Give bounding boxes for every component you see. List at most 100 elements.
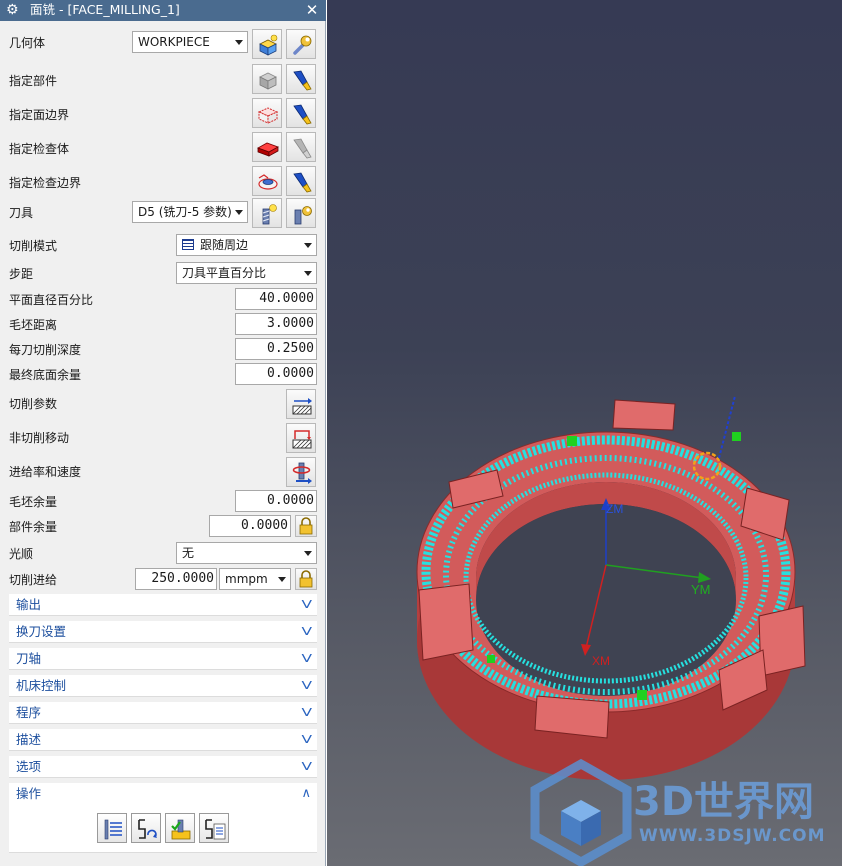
cut-pattern-select[interactable]: 跟随周边 xyxy=(176,234,317,256)
non-cutting-moves-button[interactable] xyxy=(286,423,316,453)
lock-icon xyxy=(299,570,313,588)
new-tool-button[interactable] xyxy=(252,198,282,228)
cut-feed-unit-value: mmpm xyxy=(225,572,268,586)
display-part-button[interactable] xyxy=(286,64,316,94)
gear-icon[interactable]: ⚙ xyxy=(6,2,19,18)
edit-tool-button[interactable] xyxy=(286,198,316,228)
wrench-icon xyxy=(293,35,312,55)
section-options-title: 选项 xyxy=(16,759,42,774)
chevron-down-icon: V xyxy=(301,652,313,665)
depth-per-cut-label: 每刀切削深度 xyxy=(9,343,82,357)
new-tool-icon xyxy=(262,204,277,225)
title-bar[interactable]: ⚙ 面铣 - [FACE_MILLING_1] ✕ xyxy=(0,0,326,21)
pad xyxy=(534,695,610,739)
stepover-select[interactable]: 刀具平直百分比 xyxy=(176,262,317,284)
marker xyxy=(567,436,577,446)
specify-face-boundary-label: 指定面边界 xyxy=(9,108,70,122)
flashlight-icon xyxy=(293,104,312,125)
cut-feed-label: 切削进给 xyxy=(9,573,58,587)
follow-periphery-icon xyxy=(182,239,194,250)
section-machine-control[interactable]: 机床控制 V xyxy=(9,675,317,697)
blank-stock-field[interactable]: 0.0000 xyxy=(235,490,317,512)
select-face-boundary-button[interactable] xyxy=(252,98,282,128)
select-check-body-button[interactable] xyxy=(252,132,282,162)
flat-diameter-percent-field[interactable]: 40.0000 xyxy=(235,288,317,310)
blank-stock-label: 毛坯余量 xyxy=(9,495,58,509)
tool-value: D5 (铣刀-5 参数) xyxy=(138,205,232,219)
cut-feed-row: 切削进给 250.0000 mmpm xyxy=(0,568,326,592)
cut-feed-field[interactable]: 250.0000 xyxy=(135,568,217,590)
chevron-down-icon xyxy=(304,243,312,248)
section-output[interactable]: 输出 V xyxy=(9,594,317,616)
display-face-boundary-button[interactable] xyxy=(286,98,316,128)
new-geometry-button[interactable] xyxy=(252,29,282,59)
specify-check-body-label: 指定检查体 xyxy=(9,142,70,156)
section-tool-change[interactable]: 换刀设置 V xyxy=(9,621,317,643)
cut-pattern-value: 跟随周边 xyxy=(200,238,249,252)
replay-button[interactable] xyxy=(131,813,161,843)
cutting-parameters-button[interactable] xyxy=(286,389,316,419)
cut-feed-unit-select[interactable]: mmpm xyxy=(219,568,291,590)
display-check-body-button[interactable] xyxy=(286,132,316,162)
feeds-speeds-row: 进给率和速度 xyxy=(0,457,326,487)
replay-icon xyxy=(138,819,157,839)
generate-button[interactable] xyxy=(97,813,127,843)
verify-icon xyxy=(171,819,191,840)
pad xyxy=(612,399,676,431)
z-axis-label: ZM xyxy=(606,502,624,516)
part-stock-row: 部件余量 0.0000 xyxy=(0,515,326,539)
edit-geometry-button[interactable] xyxy=(286,29,316,59)
depth-per-cut-row: 每刀切削深度 0.2500 xyxy=(0,338,326,362)
flashlight-icon xyxy=(293,70,312,91)
specify-check-body-row: 指定检查体 xyxy=(0,132,326,162)
smoothing-label: 光顺 xyxy=(9,547,34,561)
flashlight-disabled-icon xyxy=(293,138,312,159)
x-axis-label: XM xyxy=(592,654,610,668)
cut-pattern-row: 切削模式 跟随周边 xyxy=(0,234,326,258)
final-floor-stock-label: 最终底面余量 xyxy=(9,368,82,382)
cut-feed-lock-button[interactable] xyxy=(295,568,317,590)
smoothing-select[interactable]: 无 xyxy=(176,542,317,564)
flat-diameter-percent-label: 平面直径百分比 xyxy=(9,293,94,307)
display-check-boundary-button[interactable] xyxy=(286,166,316,196)
section-program[interactable]: 程序 V xyxy=(9,702,317,724)
geometry-select[interactable]: WORKPIECE xyxy=(132,31,248,53)
part-stock-lock-button[interactable] xyxy=(295,515,317,537)
part-stock-label: 部件余量 xyxy=(9,520,58,534)
dialog-title: 面铣 - [FACE_MILLING_1] xyxy=(30,2,180,17)
geometry-value: WORKPIECE xyxy=(138,35,210,49)
chevron-down-icon: V xyxy=(301,598,313,611)
section-description[interactable]: 描述 V xyxy=(9,729,317,751)
lock-icon xyxy=(299,517,313,535)
verify-button[interactable] xyxy=(165,813,195,843)
section-options[interactable]: 选项 V xyxy=(9,756,317,778)
section-tool-axis[interactable]: 刀轴 V xyxy=(9,648,317,670)
graphics-viewport[interactable]: ZM YM XM 3D世界网 WWW.3DSJW.COM xyxy=(327,0,842,866)
marker xyxy=(637,690,647,700)
section-actions[interactable]: 操作 ∧ xyxy=(9,783,317,853)
specify-face-boundary-row: 指定面边界 xyxy=(0,98,326,128)
check-boundary-icon xyxy=(258,174,278,190)
blank-distance-field[interactable]: 3.0000 xyxy=(235,313,317,335)
non-cutting-moves-icon xyxy=(292,430,312,449)
marker xyxy=(487,655,495,663)
select-check-boundary-button[interactable] xyxy=(252,166,282,196)
chevron-down-icon xyxy=(304,551,312,556)
chevron-down-icon: V xyxy=(301,706,313,719)
chevron-down-icon xyxy=(235,40,243,45)
flashlight-icon xyxy=(293,172,312,193)
section-program-title: 程序 xyxy=(16,705,42,720)
non-cutting-moves-row: 非切削移动 xyxy=(0,423,326,453)
select-part-button[interactable] xyxy=(252,64,282,94)
y-axis-label: YM xyxy=(691,582,711,597)
section-description-title: 描述 xyxy=(16,732,42,747)
final-floor-stock-field[interactable]: 0.0000 xyxy=(235,363,317,385)
tool-select[interactable]: D5 (铣刀-5 参数) xyxy=(132,201,248,223)
part-stock-field[interactable]: 0.0000 xyxy=(209,515,291,537)
specify-check-boundary-row: 指定检查边界 xyxy=(0,166,326,196)
list-button[interactable] xyxy=(199,813,229,843)
close-button[interactable]: ✕ xyxy=(304,1,320,19)
feeds-speeds-button[interactable] xyxy=(286,457,316,487)
face-boundary-icon xyxy=(257,107,279,124)
depth-per-cut-field[interactable]: 0.2500 xyxy=(235,338,317,360)
